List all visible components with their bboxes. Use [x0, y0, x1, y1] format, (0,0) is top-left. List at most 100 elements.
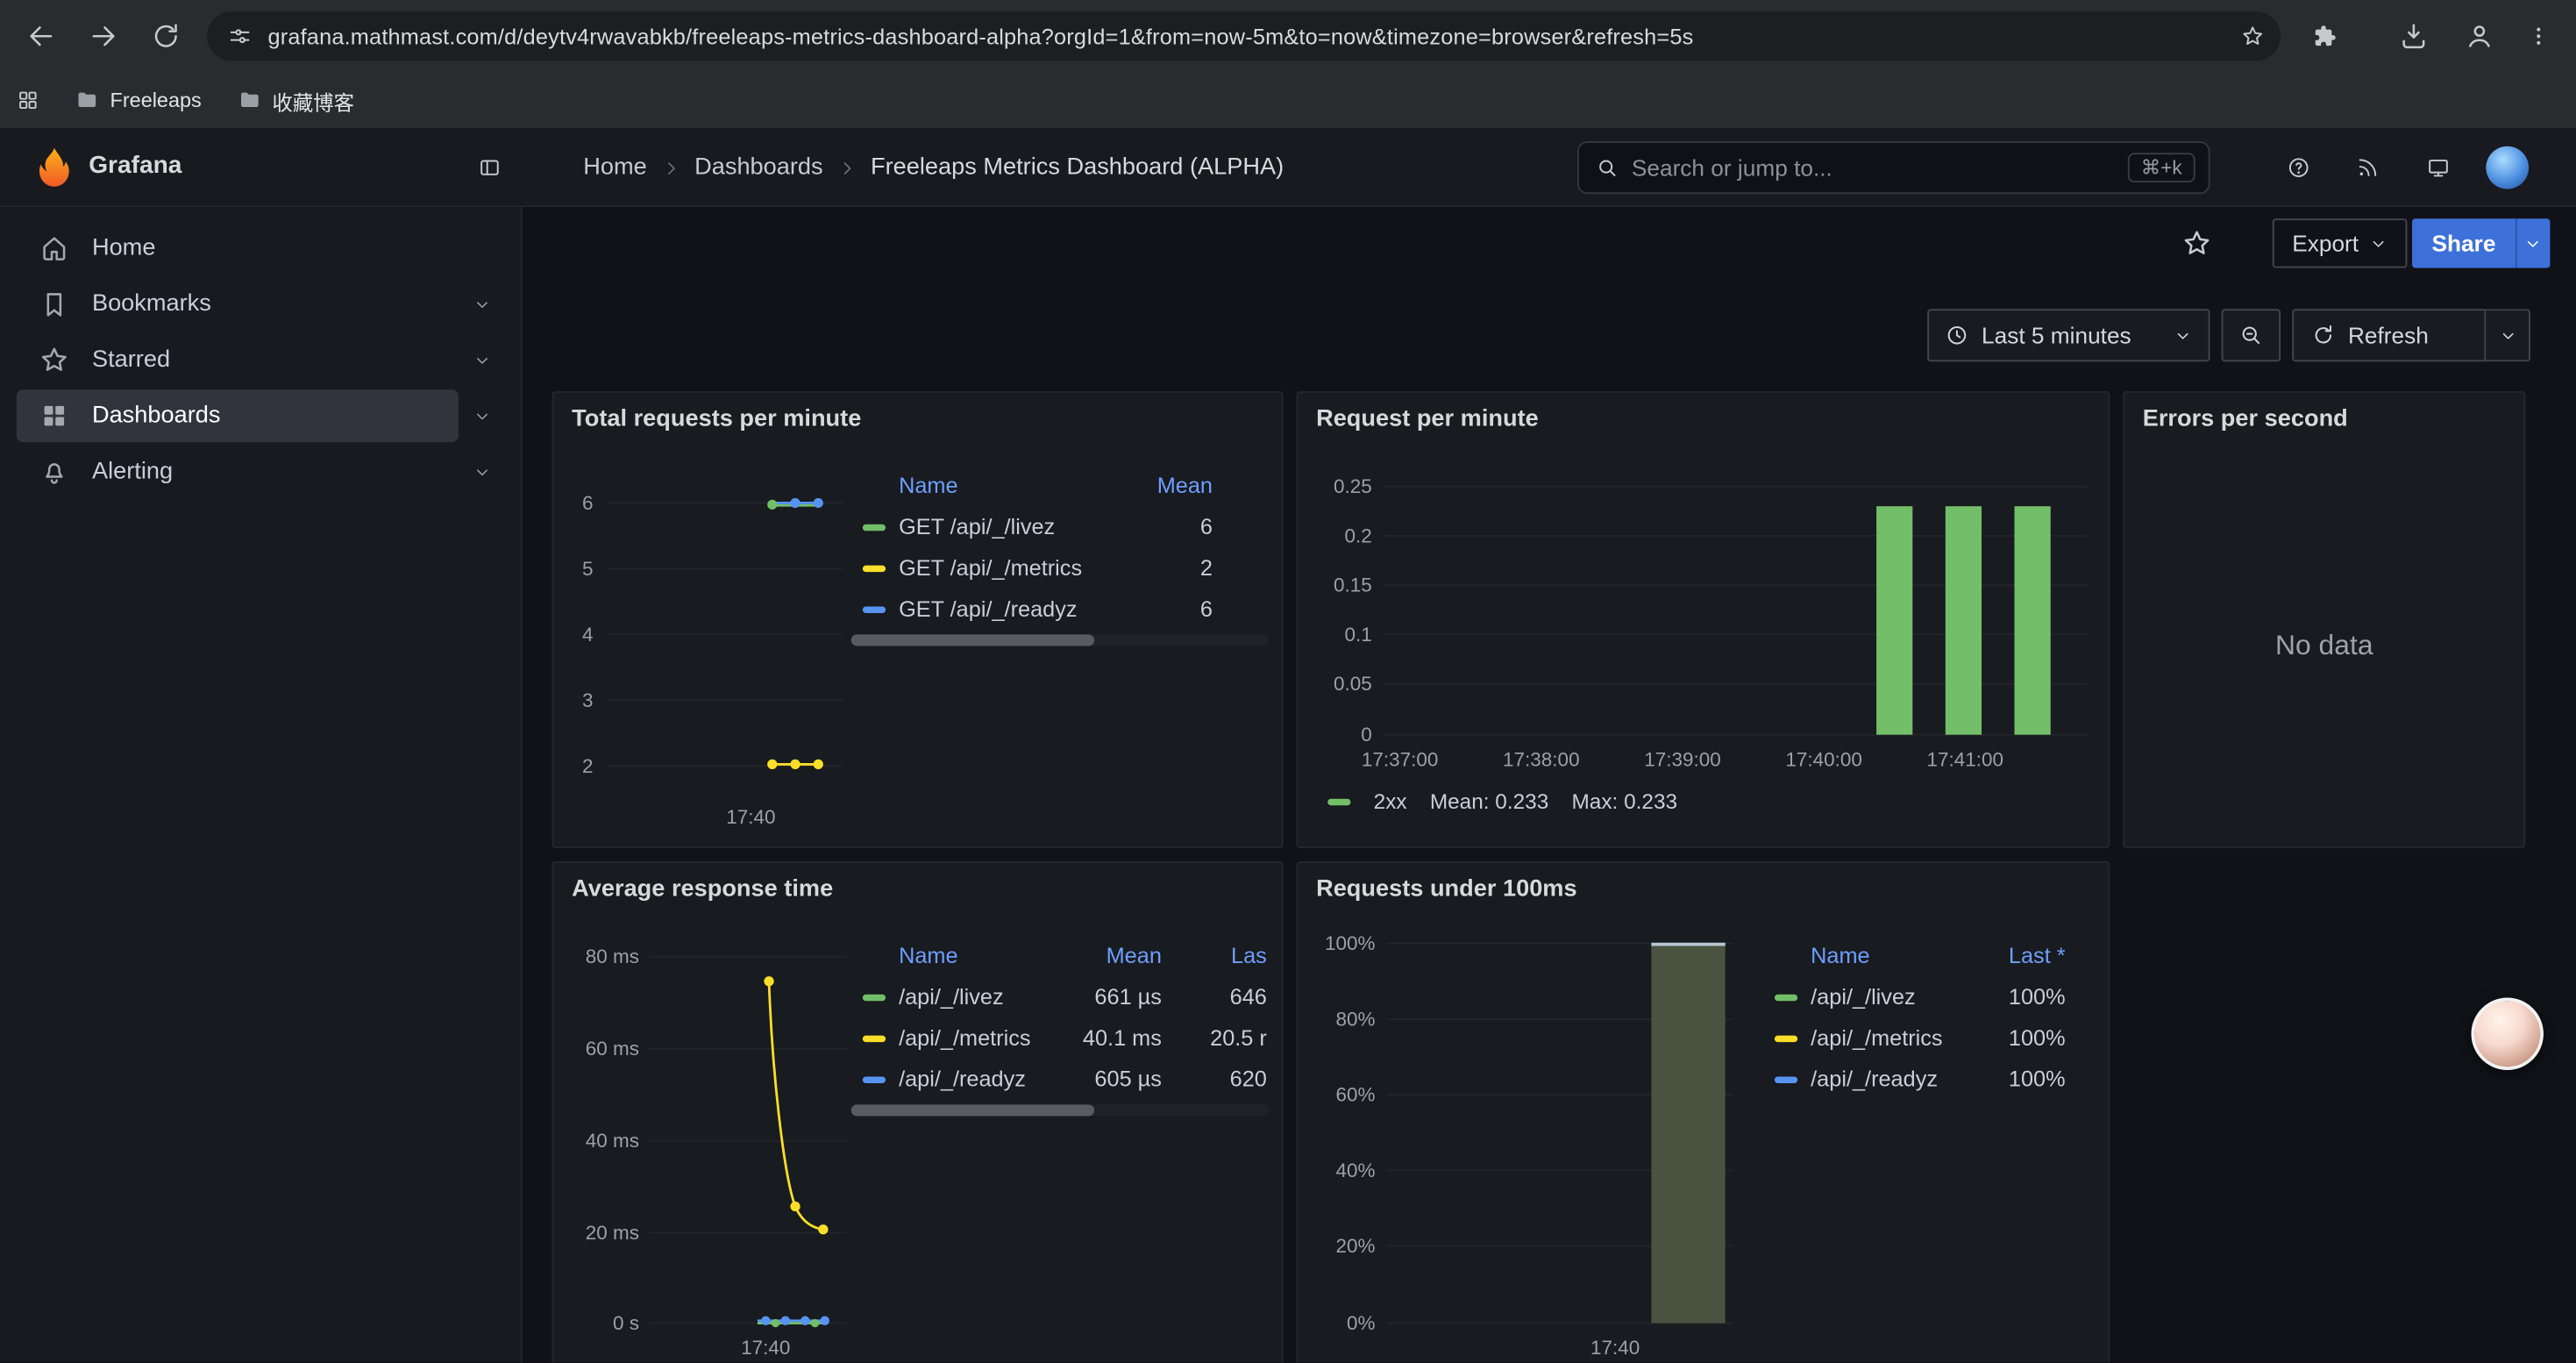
refresh-split-button: Refresh	[2292, 309, 2530, 361]
series-name[interactable]: /api/_/readyz	[1811, 1067, 1938, 1091]
favorite-dashboard-button[interactable]	[2172, 218, 2221, 268]
kiosk-mode-button[interactable]	[2416, 145, 2461, 190]
sidebar-item-label: Bookmarks	[92, 291, 211, 318]
news-button[interactable]	[2345, 145, 2390, 190]
y-tick: 2	[557, 754, 593, 777]
person-icon	[2465, 21, 2494, 51]
x-tick: 17:40	[701, 805, 800, 828]
share-button[interactable]: Share	[2412, 218, 2516, 268]
bar-2xx	[1876, 506, 1912, 734]
bookmark-folder[interactable]: 收藏博客	[238, 85, 354, 117]
assistant-avatar-overlay[interactable]	[2471, 998, 2543, 1070]
panel-title[interactable]: Errors per second	[2143, 406, 2348, 432]
x-tick: 17:40:00	[1775, 748, 1873, 771]
series-swatch	[863, 606, 886, 612]
grafana-logo[interactable]	[32, 146, 75, 189]
panel-title[interactable]: Average response time	[572, 876, 833, 903]
zoom-out-button[interactable]	[2222, 309, 2281, 361]
series-name[interactable]: 2xx	[1374, 789, 1407, 814]
sidebar-link-alerting[interactable]: Alerting	[17, 446, 459, 498]
bookmark-star-icon[interactable]	[2241, 25, 2264, 47]
back-button[interactable]	[13, 8, 69, 64]
line-chart[interactable]	[645, 942, 850, 1333]
breadcrumb-home[interactable]: Home	[583, 154, 647, 181]
series-name[interactable]: GET /api/_/readyz	[899, 596, 1077, 621]
bar-chart[interactable]	[1384, 935, 1737, 1333]
expand-chevron[interactable]	[459, 449, 504, 495]
legend-col-name[interactable]: Name	[1811, 944, 1869, 968]
url-text[interactable]: grafana.mathmast.com/d/deytv4rwavabkb/fr…	[267, 24, 2241, 48]
legend-scrollbar-thumb[interactable]	[851, 1104, 1094, 1116]
bar-2xx	[1946, 506, 1982, 734]
series-name[interactable]: GET /api/_/livez	[899, 515, 1055, 539]
legend-col-name[interactable]: Name	[899, 944, 957, 968]
series-mean: 40.1 ms	[1083, 1025, 1162, 1050]
sidebar-item-label: Starred	[92, 346, 170, 373]
series-swatch	[863, 1076, 886, 1082]
legend-col-mean[interactable]: Mean	[1157, 474, 1213, 498]
series-mean: Mean: 0.233	[1430, 789, 1548, 814]
series-mean: 2	[1200, 555, 1213, 580]
downloads-button[interactable]	[2386, 8, 2442, 64]
bookmark-folder[interactable]: Freeleaps	[75, 89, 202, 111]
expand-chevron[interactable]	[459, 393, 504, 439]
dashboards-grid-icon	[39, 401, 69, 431]
sidebar-link-home[interactable]: Home	[17, 222, 505, 275]
breadcrumb: Home Dashboards Freeleaps Metrics Dashbo…	[583, 128, 1284, 207]
series-mean: 6	[1200, 596, 1213, 621]
refresh-button[interactable]: Refresh	[2292, 309, 2486, 361]
profile-button[interactable]	[2451, 8, 2508, 64]
export-button[interactable]: Export	[2273, 218, 2409, 268]
y-tick: 0 s	[557, 1311, 639, 1334]
arrow-right-icon	[89, 21, 118, 51]
series-name[interactable]: /api/_/metrics	[899, 1025, 1030, 1050]
legend-col-last[interactable]: Last *	[2009, 944, 2066, 968]
legend-col-last[interactable]: Las	[1231, 944, 1267, 968]
bar-chart[interactable]	[1380, 478, 2090, 745]
panel-title[interactable]: Request per minute	[1316, 406, 1539, 432]
refresh-interval-caret[interactable]	[2486, 309, 2530, 361]
panel-title[interactable]: Total requests per minute	[572, 406, 861, 432]
expand-chevron[interactable]	[459, 337, 504, 382]
legend-scrollbar-thumb[interactable]	[851, 634, 1094, 646]
share-menu-caret[interactable]	[2516, 218, 2550, 268]
series-mean: 661 µs	[1094, 985, 1161, 1010]
line-chart[interactable]	[600, 482, 846, 797]
series-last: 100%	[2009, 985, 2066, 1010]
series-name[interactable]: /api/_/metrics	[1811, 1025, 1942, 1050]
legend-row: GET /api/_/livez 6	[851, 506, 1269, 547]
apps-grid-icon[interactable]	[17, 89, 39, 111]
series-last: 100%	[2009, 1067, 2066, 1091]
sidebar-link-bookmarks[interactable]: Bookmarks	[17, 278, 459, 331]
y-tick: 20%	[1301, 1234, 1375, 1257]
browser-menu-button[interactable]	[2510, 8, 2566, 64]
panel-title[interactable]: Requests under 100ms	[1316, 876, 1577, 903]
series-name[interactable]: /api/_/readyz	[899, 1067, 1026, 1091]
sidebar-link-dashboards[interactable]: Dashboards	[17, 389, 459, 442]
series-name[interactable]: GET /api/_/metrics	[899, 555, 1082, 580]
search-icon	[1596, 156, 1619, 179]
series-swatch	[1775, 1035, 1797, 1041]
series-name[interactable]: /api/_/livez	[1811, 985, 1916, 1010]
sidebar-link-starred[interactable]: Starred	[17, 333, 459, 386]
expand-chevron[interactable]	[459, 281, 504, 326]
y-tick: 3	[557, 689, 593, 711]
site-info-icon[interactable]	[228, 25, 251, 47]
search-box[interactable]: ⌘+k	[1577, 141, 2210, 194]
sidebar-item-starred: Starred	[17, 332, 505, 389]
breadcrumb-dashboards[interactable]: Dashboards	[694, 154, 823, 181]
url-bar[interactable]: grafana.mathmast.com/d/deytv4rwavabkb/fr…	[207, 11, 2281, 61]
reload-button[interactable]	[138, 8, 194, 64]
dock-menu-toggle[interactable]	[466, 145, 512, 190]
help-button[interactable]	[2275, 145, 2321, 190]
extensions-button[interactable]	[2297, 8, 2353, 64]
user-avatar[interactable]	[2486, 146, 2529, 189]
series-name[interactable]: /api/_/livez	[899, 985, 1004, 1010]
search-input[interactable]	[1632, 154, 2115, 181]
legend-col-mean[interactable]: Mean	[1107, 944, 1162, 968]
time-range-picker[interactable]: Last 5 minutes	[1927, 309, 2210, 361]
forward-button[interactable]	[75, 8, 132, 64]
legend-col-name[interactable]: Name	[899, 474, 957, 498]
y-tick: 0.2	[1301, 525, 1372, 547]
y-tick: 6	[557, 491, 593, 514]
